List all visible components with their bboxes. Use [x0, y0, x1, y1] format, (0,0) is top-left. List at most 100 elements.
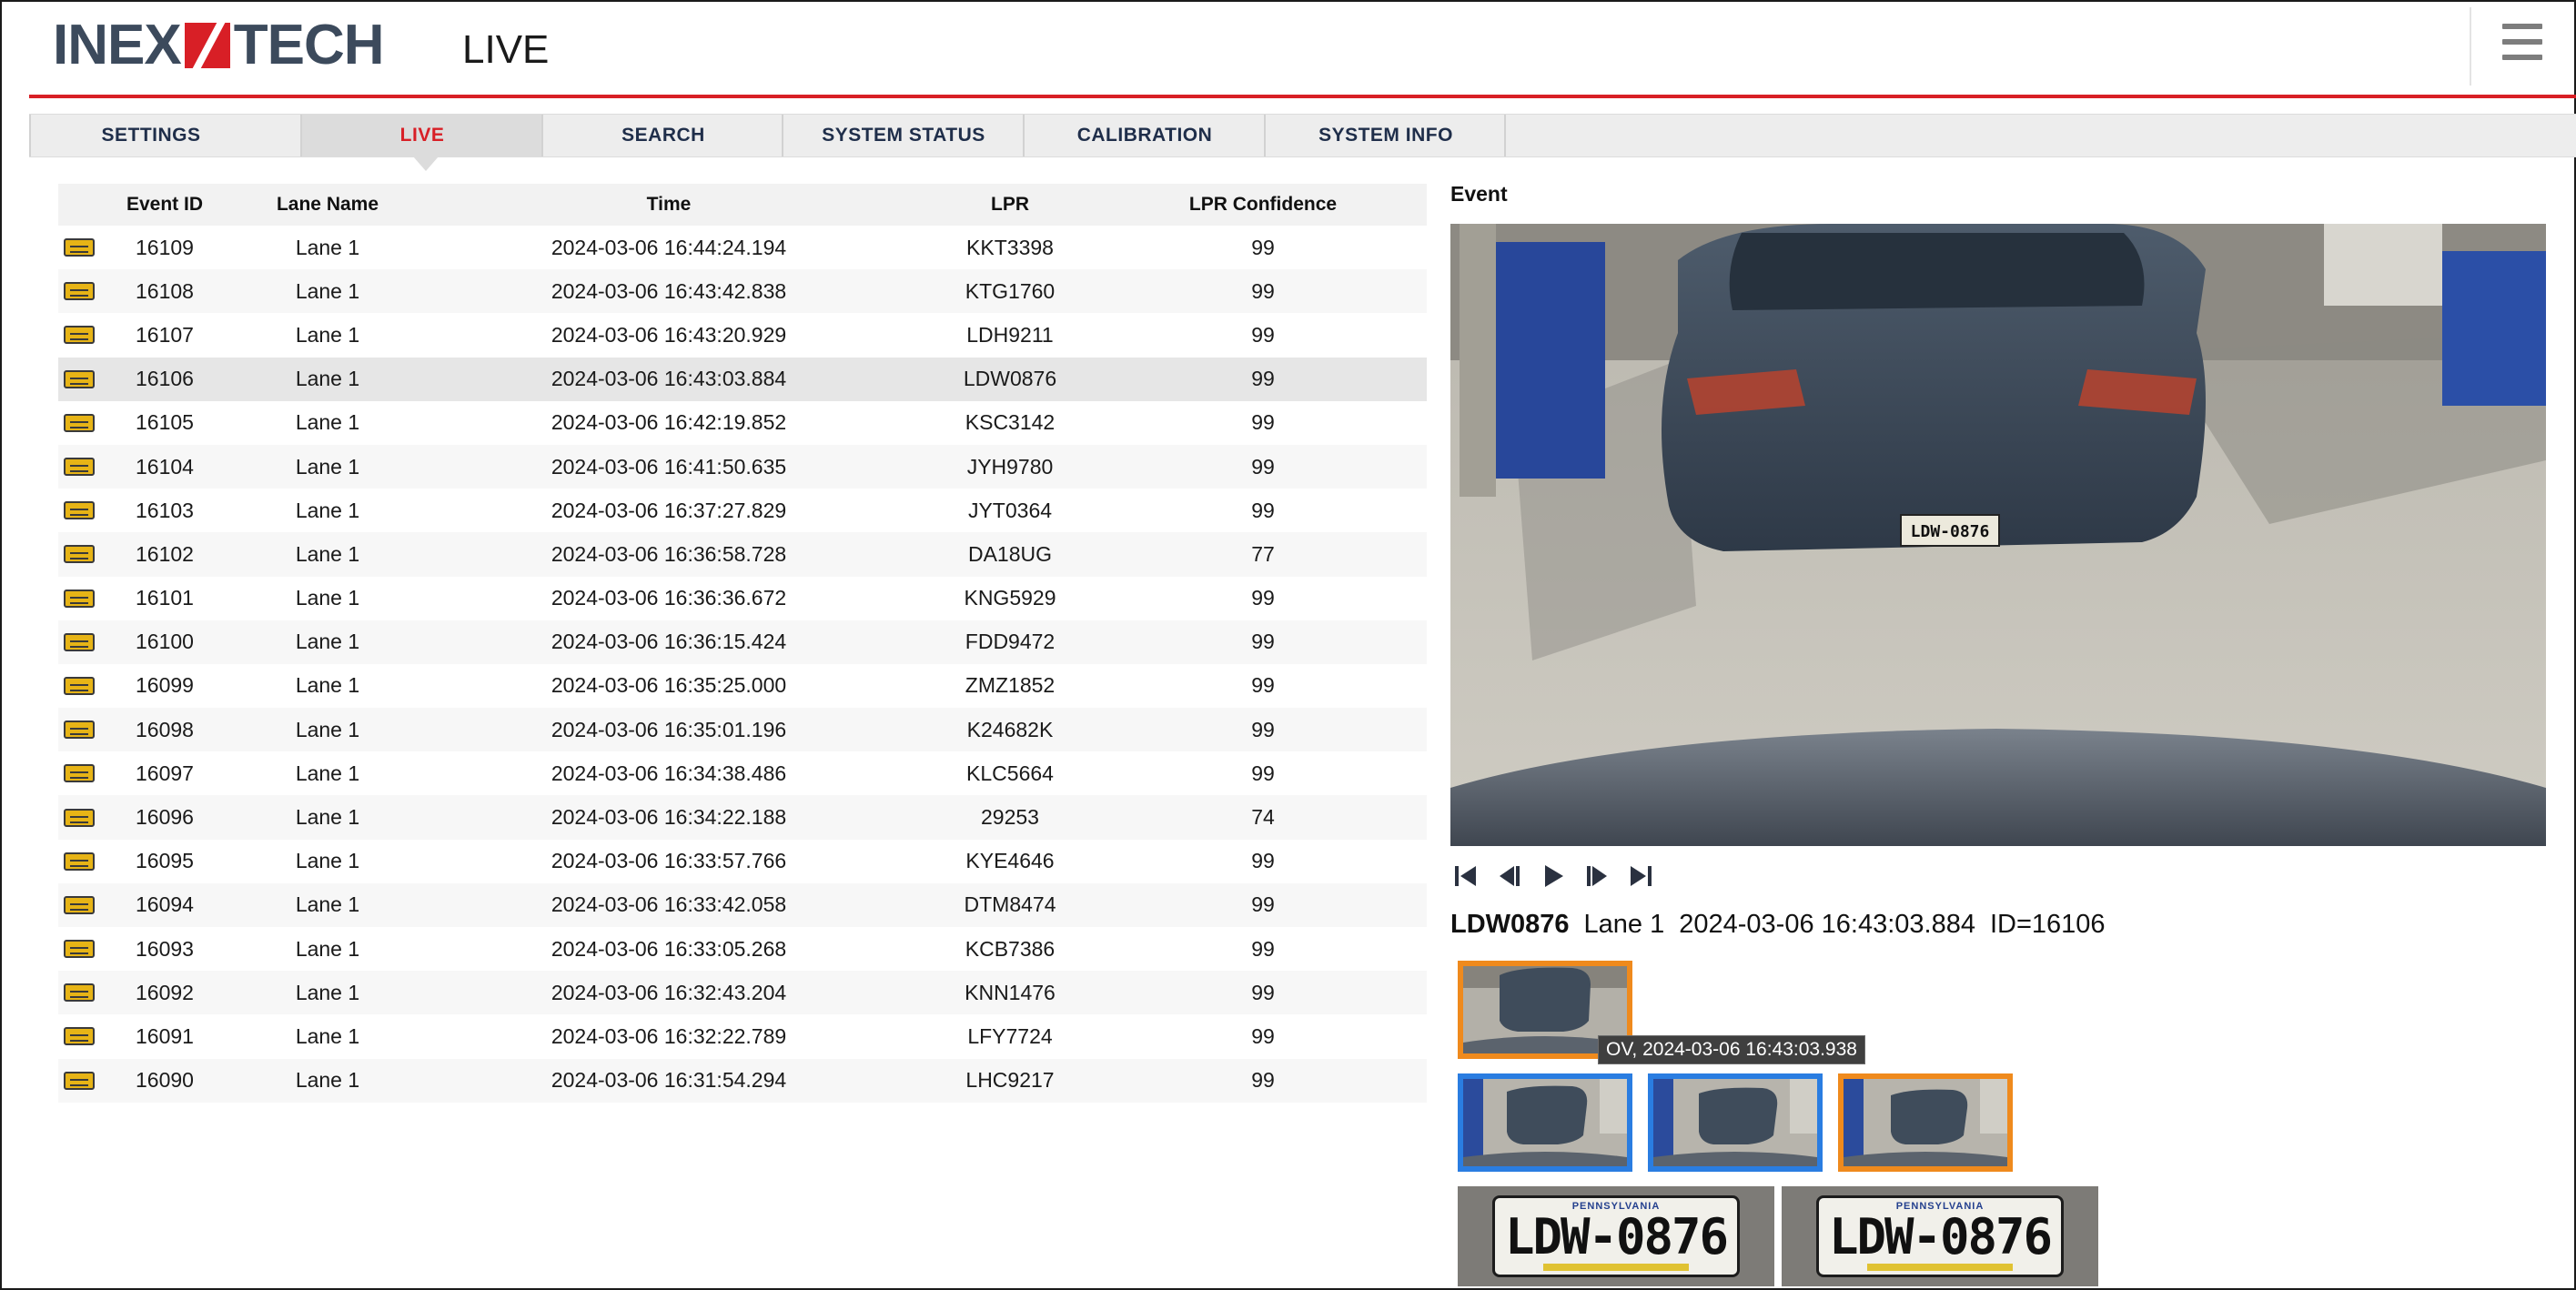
cell-lpr: JYH9780 — [966, 454, 1054, 479]
plate-crop-2[interactable]: PENNSYLVANIA LDW-0876 — [1782, 1186, 2098, 1286]
logo-text-left: INEX — [53, 14, 182, 76]
cell-event-id: 16101 — [136, 586, 194, 610]
event-caption: LDW0876 Lane 1 2024-03-06 16:43:03.884 I… — [1450, 910, 2106, 940]
cell-lane-name: Lane 1 — [295, 410, 360, 435]
plate-crop-1-state: PENNSYLVANIA — [1571, 1201, 1661, 1212]
license-plate-icon — [64, 852, 95, 871]
license-plate-icon — [64, 721, 95, 740]
table-row[interactable]: 16097 Lane 1 2024-03-06 16:34:38.486 KLC566… — [58, 751, 1427, 795]
row-icon-cell — [58, 545, 100, 564]
cell-lane-name: Lane 1 — [295, 673, 360, 698]
table-row[interactable]: 16102 Lane 1 2024-03-06 16:36:58.728 DA18UG… — [58, 532, 1427, 577]
table-row[interactable]: 16099 Lane 1 2024-03-06 16:35:25.000 ZMZ185… — [58, 664, 1427, 708]
cell-lpr-confidence: 99 — [1251, 1068, 1275, 1093]
cell-lpr: DA18UG — [967, 541, 1053, 566]
column-header-lpr[interactable]: LPR — [912, 194, 1108, 216]
license-plate-icon — [64, 1027, 95, 1046]
tab-search[interactable]: SEARCH — [541, 115, 783, 156]
cell-time: 2024-03-06 16:33:57.766 — [551, 849, 787, 873]
cell-event-id: 16109 — [136, 235, 194, 259]
play-icon[interactable] — [1538, 861, 1569, 892]
column-header-lane-name[interactable]: Lane Name — [229, 194, 426, 216]
cell-event-id: 16096 — [136, 805, 194, 830]
thumbnail-tooltip: OV, 2024-03-06 16:43:03.938 — [1598, 1035, 1865, 1064]
cell-event-id: 16103 — [136, 498, 194, 522]
cell-event-id: 16095 — [136, 849, 194, 873]
license-plate-icon — [64, 1071, 95, 1090]
cell-time: 2024-03-06 16:32:43.204 — [551, 980, 787, 1004]
license-plate-icon — [64, 676, 95, 695]
cell-time: 2024-03-06 16:35:01.196 — [551, 717, 787, 741]
column-header-lpr-confidence[interactable]: LPR Confidence — [1108, 194, 1418, 216]
table-row[interactable]: 16100 Lane 1 2024-03-06 16:36:15.424 FDD947… — [58, 620, 1427, 664]
table-row[interactable]: 16094 Lane 1 2024-03-06 16:33:42.058 DTM847… — [58, 882, 1427, 927]
table-row[interactable]: 16096 Lane 1 2024-03-06 16:34:22.188 29253 7… — [58, 795, 1427, 840]
table-row[interactable]: 16095 Lane 1 2024-03-06 16:33:57.766 KYE464… — [58, 840, 1427, 883]
table-row[interactable]: 16103 Lane 1 2024-03-06 16:37:27.829 JYT036… — [58, 489, 1427, 532]
column-header-time[interactable]: Time — [426, 194, 912, 216]
plate-crop-2-state: PENNSYLVANIA — [1895, 1201, 1985, 1212]
table-row[interactable]: 16105 Lane 1 2024-03-06 16:42:19.852 KSC314… — [58, 401, 1427, 445]
step-forward-icon[interactable] — [1581, 861, 1612, 892]
tab-live[interactable]: LIVE — [300, 115, 542, 171]
cell-event-id: 16106 — [136, 367, 194, 391]
tab-system-status[interactable]: SYSTEM STATUS — [782, 115, 1024, 156]
table-row[interactable]: 16090 Lane 1 2024-03-06 16:31:54.294 LHC921… — [58, 1058, 1427, 1103]
skip-to-first-icon[interactable] — [1450, 861, 1481, 892]
thumbnail-frame-2[interactable] — [1458, 1073, 1632, 1172]
tab-system-info[interactable]: SYSTEM INFO — [1264, 115, 1506, 156]
table-row[interactable]: 16108 Lane 1 2024-03-06 16:43:42.838 KTG176… — [58, 269, 1427, 314]
table-row[interactable]: 16106 Lane 1 2024-03-06 16:43:03.884 LDW087… — [58, 357, 1427, 401]
row-icon-cell — [58, 589, 100, 608]
cell-time: 2024-03-06 16:31:54.294 — [551, 1068, 787, 1093]
table-row[interactable]: 16092 Lane 1 2024-03-06 16:32:43.204 KNN147… — [58, 971, 1427, 1015]
table-row[interactable]: 16101 Lane 1 2024-03-06 16:36:36.672 KNG592… — [58, 577, 1427, 620]
cell-lpr: KKT3398 — [966, 235, 1054, 259]
license-plate-icon — [64, 326, 95, 345]
cell-lpr-confidence: 99 — [1251, 586, 1275, 610]
caption-plate: LDW0876 — [1450, 910, 1570, 939]
tab-calibration[interactable]: CALIBRATION — [1023, 115, 1265, 156]
plate-crop-2-text: LDW-0876 — [1828, 1207, 2053, 1265]
event-camera-image[interactable]: LDW-0876 — [1450, 224, 2546, 846]
cell-time: 2024-03-06 16:36:58.728 — [551, 541, 787, 566]
skip-to-last-icon[interactable] — [1625, 861, 1656, 892]
cell-time: 2024-03-06 16:36:36.672 — [551, 586, 787, 610]
cell-event-id: 16091 — [136, 1023, 194, 1048]
cell-lpr: LDH9211 — [966, 322, 1054, 347]
cell-lpr-confidence: 99 — [1251, 454, 1275, 479]
column-header-event-id[interactable]: Event ID — [100, 194, 229, 216]
menu-divider — [2470, 7, 2471, 86]
cell-lpr-confidence: 74 — [1251, 805, 1275, 830]
thumbnail-frame-4[interactable] — [1838, 1073, 2013, 1172]
tab-settings[interactable]: SETTINGS — [29, 115, 271, 156]
table-row[interactable]: 16107 Lane 1 2024-03-06 16:43:20.929 LDH921… — [58, 313, 1427, 357]
cell-lpr-confidence: 99 — [1251, 630, 1275, 654]
thumbnail-frame-3[interactable] — [1648, 1073, 1823, 1172]
hamburger-menu-icon[interactable] — [2502, 24, 2542, 66]
cell-lpr: FDD9472 — [965, 630, 1056, 654]
table-row[interactable]: 16109 Lane 1 2024-03-06 16:44:24.194 KKT339… — [58, 226, 1427, 269]
row-icon-cell — [58, 632, 100, 651]
plate-crop-1[interactable]: PENNSYLVANIA LDW-0876 — [1458, 1186, 1774, 1286]
row-icon-cell — [58, 940, 100, 959]
license-plate-icon — [64, 545, 95, 564]
cell-lane-name: Lane 1 — [295, 1068, 360, 1093]
cell-event-id: 16104 — [136, 454, 194, 479]
logo-text-right: TECH — [233, 14, 385, 76]
table-row[interactable]: 16098 Lane 1 2024-03-06 16:35:01.196 K24682… — [58, 708, 1427, 752]
license-plate-icon — [64, 764, 95, 783]
table-row[interactable]: 16104 Lane 1 2024-03-06 16:41:50.635 JYH978… — [58, 444, 1427, 489]
active-tab-caret-icon — [413, 156, 439, 171]
license-plate-icon — [64, 458, 95, 477]
cell-time: 2024-03-06 16:42:19.852 — [551, 410, 787, 435]
cell-lane-name: Lane 1 — [295, 454, 360, 479]
row-icon-cell — [58, 721, 100, 740]
tab-divider — [1504, 115, 1506, 156]
row-icon-cell — [58, 983, 100, 1003]
table-row[interactable]: 16093 Lane 1 2024-03-06 16:33:05.268 KCB738… — [58, 927, 1427, 971]
step-back-icon[interactable] — [1494, 861, 1525, 892]
cell-lpr: KNG5929 — [964, 586, 1056, 610]
table-row[interactable]: 16091 Lane 1 2024-03-06 16:32:22.789 LFY772… — [58, 1014, 1427, 1058]
row-icon-cell — [58, 808, 100, 827]
